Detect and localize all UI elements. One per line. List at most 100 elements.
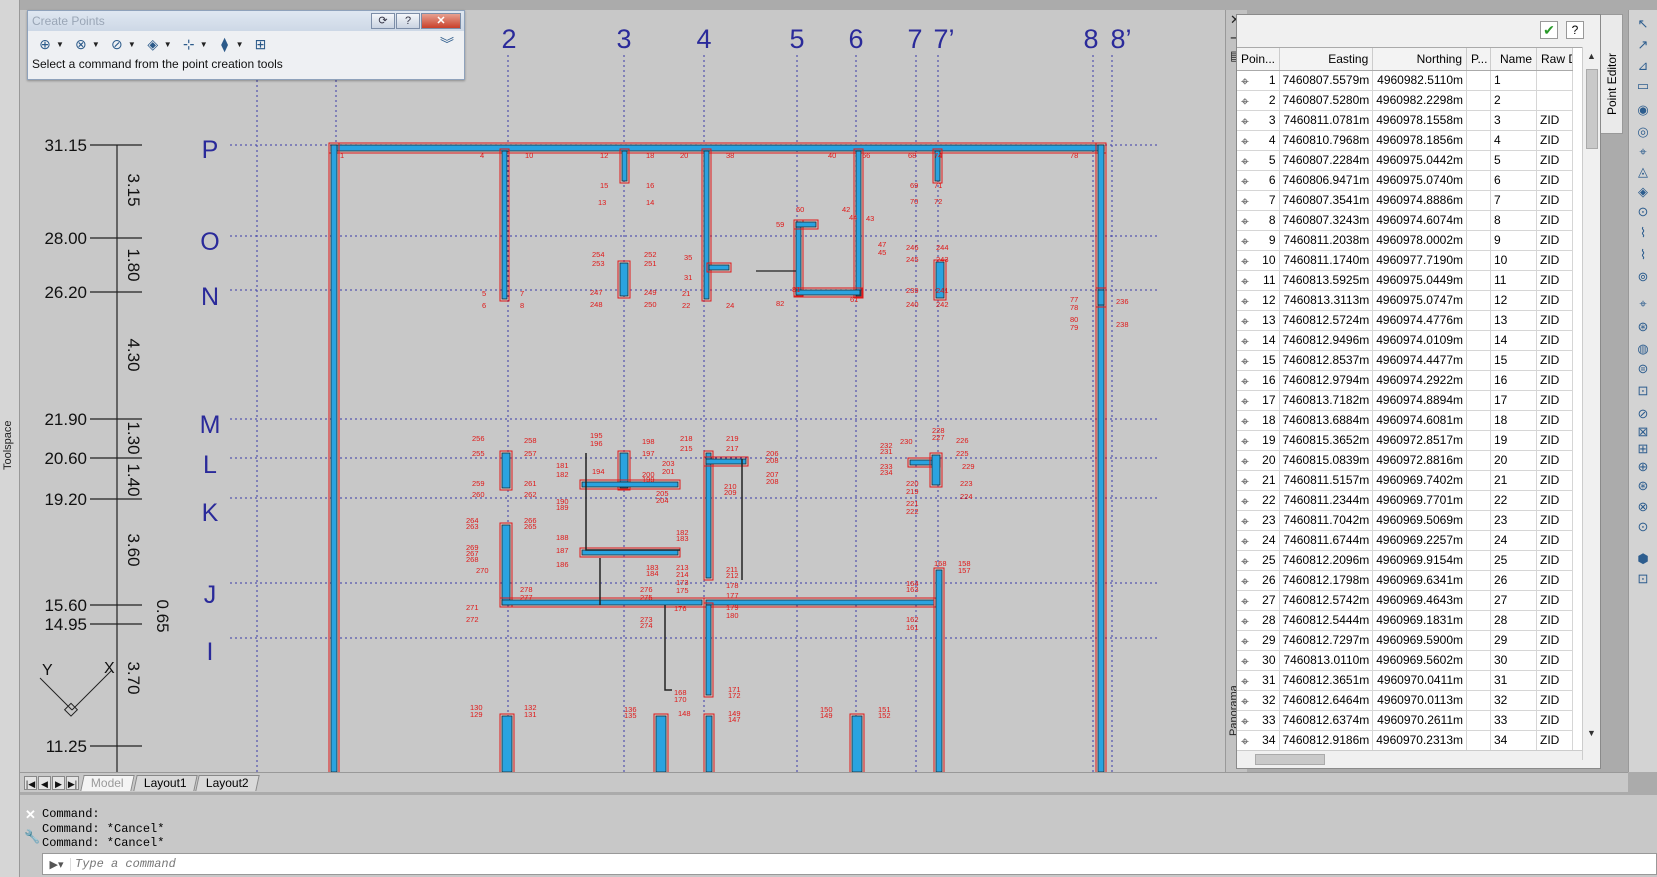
table-row[interactable]: ⌖ 16 7460812.9794m 4960974.2922m 16 ZID <box>1237 370 1573 391</box>
northing-cell[interactable]: 4960978.1856m <box>1372 130 1467 151</box>
northing-cell[interactable]: 4960969.2257m <box>1372 530 1467 551</box>
raw-description-cell[interactable]: ZID <box>1536 190 1573 211</box>
wall-segment[interactable] <box>795 221 802 295</box>
create-points-tool[interactable]: ◈ ▼ <box>144 36 171 52</box>
p-cell[interactable] <box>1466 70 1491 91</box>
wall-segment[interactable] <box>621 150 628 182</box>
toolbar-tool-icon[interactable]: ⊗ <box>1634 498 1652 516</box>
easting-cell[interactable]: 7460813.6884m <box>1279 410 1374 431</box>
name-cell[interactable]: 14 <box>1490 330 1537 351</box>
toolbar-tool-icon[interactable]: ◉ <box>1634 101 1652 119</box>
p-cell[interactable] <box>1466 730 1491 751</box>
name-cell[interactable]: 25 <box>1490 550 1537 571</box>
tab-model[interactable]: Model <box>80 774 135 791</box>
wall-segment[interactable] <box>705 452 712 579</box>
column-header[interactable]: Easting <box>1279 48 1374 71</box>
table-row[interactable]: ⌖ 32 7460812.6464m 4960970.0113m 32 ZID <box>1237 690 1573 711</box>
table-row[interactable]: ⌖ 18 7460813.6884m 4960974.6081m 18 ZID <box>1237 410 1573 431</box>
easting-cell[interactable]: 7460807.3243m <box>1279 210 1374 231</box>
wall-segment[interactable] <box>931 454 941 486</box>
raw-description-cell[interactable]: ZID <box>1536 370 1573 391</box>
table-row[interactable]: ⌖ 33 7460812.6374m 4960970.2611m 33 ZID <box>1237 710 1573 731</box>
easting-cell[interactable]: 7460813.3113m <box>1279 290 1374 311</box>
p-cell[interactable] <box>1466 390 1491 411</box>
northing-cell[interactable]: 4960982.5110m <box>1372 70 1467 91</box>
p-cell[interactable] <box>1466 270 1491 291</box>
easting-cell[interactable]: 7460812.5724m <box>1279 310 1374 331</box>
p-cell[interactable] <box>1466 430 1491 451</box>
raw-description-cell[interactable] <box>1536 70 1573 91</box>
raw-description-cell[interactable]: ZID <box>1536 510 1573 531</box>
table-row[interactable]: ⌖ 14 7460812.9496m 4960974.0109m 14 ZID <box>1237 330 1573 351</box>
p-cell[interactable] <box>1466 90 1491 111</box>
table-row[interactable]: ⌖ 10 7460811.1740m 4960977.7190m 10 ZID <box>1237 250 1573 271</box>
easting-cell[interactable]: 7460806.9471m <box>1279 170 1374 191</box>
p-cell[interactable] <box>1466 190 1491 211</box>
raw-description-cell[interactable]: ZID <box>1536 410 1573 431</box>
name-cell[interactable]: 31 <box>1490 670 1537 691</box>
northing-cell[interactable]: 4960970.0113m <box>1372 690 1467 711</box>
northing-cell[interactable]: 4960974.8886m <box>1372 190 1467 211</box>
name-cell[interactable]: 15 <box>1490 350 1537 371</box>
wall-segment[interactable] <box>705 458 747 465</box>
easting-cell[interactable]: 7460812.9794m <box>1279 370 1374 391</box>
northing-cell[interactable]: 4960974.6074m <box>1372 210 1467 231</box>
tab-layout1[interactable]: Layout1 <box>132 774 198 791</box>
table-row[interactable]: ⌖ 25 7460812.2096m 4960969.9154m 25 ZID <box>1237 550 1573 571</box>
table-row[interactable]: ⌖ 6 7460806.9471m 4960975.0740m 6 ZID <box>1237 170 1573 191</box>
name-cell[interactable]: 16 <box>1490 370 1537 391</box>
p-cell[interactable] <box>1466 310 1491 331</box>
toolbar-tool-icon[interactable]: ⌖ <box>1634 143 1652 161</box>
settings-icon[interactable]: ⟳ <box>371 13 395 29</box>
name-cell[interactable]: 28 <box>1490 610 1537 631</box>
p-cell[interactable] <box>1466 350 1491 371</box>
raw-description-cell[interactable]: ZID <box>1536 150 1573 171</box>
command-input[interactable] <box>71 857 1656 871</box>
p-cell[interactable] <box>1466 130 1491 151</box>
wall-segment[interactable] <box>330 144 1105 152</box>
raw-description-cell[interactable]: ZID <box>1536 170 1573 191</box>
toolbar-tool-icon[interactable]: ⊛ <box>1634 477 1652 495</box>
toolspace-label[interactable]: Toolspace <box>2 420 14 470</box>
name-cell[interactable]: 21 <box>1490 470 1537 491</box>
northing-cell[interactable]: 4960978.1558m <box>1372 110 1467 131</box>
table-row[interactable]: ⌖ 24 7460811.6744m 4960969.2257m 24 ZID <box>1237 530 1573 551</box>
scroll-up-icon[interactable]: ▲ <box>1587 51 1596 61</box>
p-cell[interactable] <box>1466 210 1491 231</box>
point-editor-tab[interactable]: Point Editor <box>1601 14 1623 134</box>
northing-cell[interactable]: 4960978.0002m <box>1372 230 1467 251</box>
name-cell[interactable]: 3 <box>1490 110 1537 131</box>
table-row[interactable]: ⌖ 28 7460812.5444m 4960969.1831m 28 ZID <box>1237 610 1573 631</box>
table-row[interactable]: ⌖ 15 7460812.8537m 4960974.4477m 15 ZID <box>1237 350 1573 371</box>
column-header[interactable]: Poin... <box>1237 48 1280 71</box>
p-cell[interactable] <box>1466 710 1491 731</box>
name-cell[interactable]: 24 <box>1490 530 1537 551</box>
northing-cell[interactable]: 4960977.7190m <box>1372 250 1467 271</box>
northing-cell[interactable]: 4960969.7701m <box>1372 490 1467 511</box>
table-row[interactable]: ⌖ 17 7460813.7182m 4960974.8894m 17 ZID <box>1237 390 1573 411</box>
easting-cell[interactable]: 7460812.9496m <box>1279 330 1374 351</box>
name-cell[interactable]: 23 <box>1490 510 1537 531</box>
northing-cell[interactable]: 4960974.0109m <box>1372 330 1467 351</box>
northing-cell[interactable]: 4960972.8816m <box>1372 450 1467 471</box>
p-cell[interactable] <box>1466 570 1491 591</box>
toolbar-tool-icon[interactable]: ⊞ <box>1634 440 1652 458</box>
table-row[interactable]: ⌖ 29 7460812.7297m 4960969.5900m 29 ZID <box>1237 630 1573 651</box>
toolbar-tool-icon[interactable]: ⊛ <box>1634 318 1652 336</box>
wall-segment[interactable] <box>705 604 712 696</box>
scroll-thumb[interactable] <box>1586 69 1598 149</box>
chevron-down-icon[interactable]: ▼ <box>128 40 136 49</box>
northing-cell[interactable]: 4960974.6081m <box>1372 410 1467 431</box>
northing-cell[interactable]: 4960974.8894m <box>1372 390 1467 411</box>
wall-segment[interactable] <box>855 150 862 297</box>
table-row[interactable]: ⌖ 21 7460811.5157m 4960969.7402m 21 ZID <box>1237 470 1573 491</box>
raw-description-cell[interactable]: ZID <box>1536 730 1573 751</box>
p-cell[interactable] <box>1466 690 1491 711</box>
raw-description-cell[interactable]: ZID <box>1536 590 1573 611</box>
table-row[interactable]: ⌖ 8 7460807.3243m 4960974.6074m 8 ZID <box>1237 210 1573 231</box>
easting-cell[interactable]: 7460812.8537m <box>1279 350 1374 371</box>
wall-segment[interactable] <box>703 150 710 300</box>
name-cell[interactable]: 8 <box>1490 210 1537 231</box>
raw-description-cell[interactable]: ZID <box>1536 310 1573 331</box>
raw-description-cell[interactable]: ZID <box>1536 290 1573 311</box>
